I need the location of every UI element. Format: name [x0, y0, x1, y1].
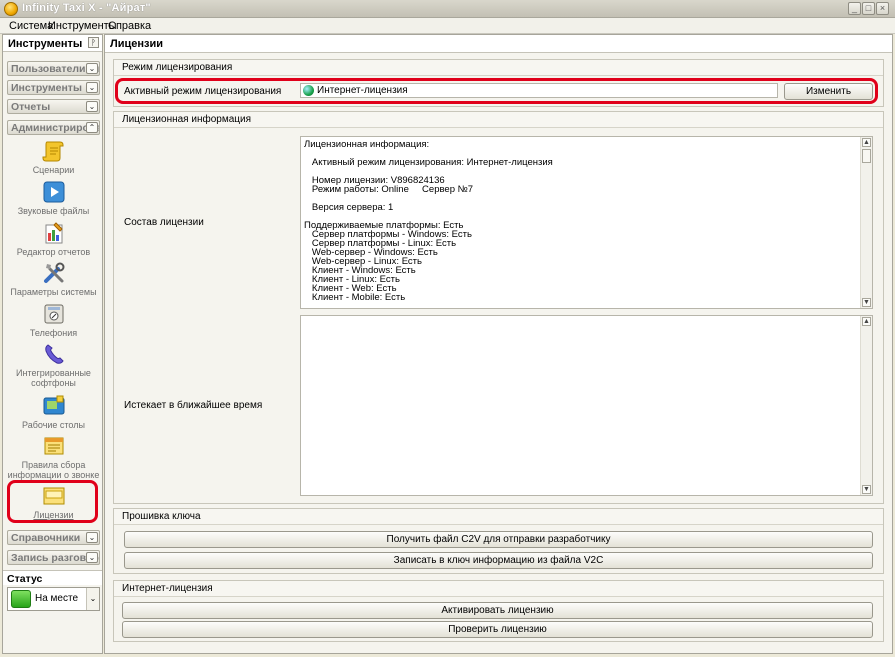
menu-tools[interactable]: Инструменты — [48, 20, 117, 32]
app-icon — [4, 2, 18, 16]
window-title: Infinity Taxi X - "Айрат" — [22, 2, 151, 14]
pin-icon[interactable]: ᚹ — [88, 37, 99, 48]
user-status-value: На месте — [35, 593, 79, 604]
group-users[interactable]: Пользователи и пр ⌄ — [7, 61, 100, 76]
license-composition-text[interactable]: Лицензионная информация: Активный режим … — [300, 136, 873, 309]
tool-telephony-label: Телефония — [29, 328, 78, 338]
group-recordings[interactable]: Запись разговоро ⌄ — [7, 550, 100, 565]
tool-report-editor[interactable]: Редактор отчетов — [7, 221, 100, 257]
tools-panel-title: Инструменты — [8, 38, 83, 50]
license-info-section: Лицензионная информация Состав лицензии … — [113, 111, 884, 504]
phone-handset-icon — [44, 344, 64, 364]
user-status-header: Статус пользователя — [3, 570, 102, 597]
activate-license-button[interactable]: Активировать лицензию — [122, 602, 873, 619]
license-info-title: Лицензионная информация — [122, 114, 252, 125]
get-c2v-button[interactable]: Получить файл C2V для отправки разработч… — [124, 531, 873, 548]
expiring-soon-content — [301, 316, 872, 322]
tool-desktops-label: Рабочие столы — [22, 420, 85, 430]
scroll-down-icon[interactable]: ▼ — [862, 485, 871, 494]
scroll-thumb[interactable] — [862, 149, 871, 163]
group-references-label: Справочники — [11, 532, 81, 544]
expiring-soon-scrollbar[interactable]: ▲ ▼ — [860, 316, 872, 495]
tools-icon — [43, 262, 64, 283]
check-license-button[interactable]: Проверить лицензию — [122, 621, 873, 638]
maximize-button[interactable]: □ — [862, 2, 875, 15]
user-status-select[interactable]: На месте ⌄ — [7, 587, 100, 611]
tool-telephony[interactable]: Телефония — [7, 302, 100, 338]
licenses-highlight — [7, 480, 98, 523]
tool-sound-files-label: Звуковые файлы — [17, 206, 90, 216]
tool-report-editor-label: Редактор отчетов — [16, 247, 91, 257]
tools-panel-header: Инструменты ᚹ — [3, 35, 102, 52]
active-mode-highlight — [115, 78, 878, 104]
close-button[interactable]: × — [876, 2, 889, 15]
tool-scenarios-label: Сценарии — [32, 165, 75, 175]
scroll-icon — [42, 141, 63, 162]
key-firmware-title-bar: Прошивка ключа — [114, 509, 883, 525]
tool-desktops[interactable]: Рабочие столы — [7, 394, 100, 430]
chevron-down-icon[interactable]: ⌄ — [86, 101, 98, 112]
chevron-down-icon[interactable]: ⌄ — [86, 82, 98, 93]
chevron-down-icon[interactable]: ⌄ — [86, 588, 99, 610]
scroll-down-icon[interactable]: ▼ — [862, 298, 871, 307]
internet-license-section: Интернет-лицензия Активировать лицензию … — [113, 580, 884, 642]
licenses-panel-header: Лицензии — [105, 35, 892, 53]
tool-scenarios[interactable]: Сценарии — [7, 139, 100, 175]
group-tools-label: Инструменты — [11, 82, 82, 94]
chevron-down-icon[interactable]: ⌄ — [86, 63, 98, 74]
group-reports[interactable]: Отчеты ⌄ — [7, 99, 100, 114]
key-firmware-title: Прошивка ключа — [122, 511, 201, 522]
tool-softphones[interactable]: Интегрированные софтфоны — [7, 342, 100, 388]
group-references[interactable]: Справочники ⌄ — [7, 530, 100, 545]
group-tools[interactable]: Инструменты ⌄ — [7, 80, 100, 95]
desktop-icon — [43, 395, 64, 415]
write-v2c-button[interactable]: Записать в ключ информацию из файла V2C — [124, 552, 873, 569]
internet-license-title-bar: Интернет-лицензия — [114, 581, 883, 597]
tool-softphones-label: Интегрированные софтфоны — [16, 368, 91, 388]
menu-bar: Система Инструменты Справка — [0, 18, 895, 34]
play-icon — [43, 181, 64, 203]
tool-sound-files[interactable]: Звуковые файлы — [7, 180, 100, 216]
expiring-soon-text[interactable]: ▲ ▼ — [300, 315, 873, 496]
license-composition-content: Лицензионная информация: Активный режим … — [304, 139, 553, 303]
tool-system-parameters-label: Параметры системы — [10, 287, 97, 297]
group-admin[interactable]: Администрирован ⌃ — [7, 120, 100, 135]
licensing-mode-title: Режим лицензирования — [122, 62, 233, 73]
telephony-icon — [44, 304, 63, 324]
licensing-mode-title-bar: Режим лицензирования — [114, 60, 883, 76]
license-composition-scrollbar[interactable]: ▲ ▼ — [860, 137, 872, 308]
scroll-up-icon[interactable]: ▲ — [862, 138, 871, 147]
page-title: Лицензии — [110, 38, 163, 50]
tools-panel: Инструменты ᚹ Пользователи и пр ⌄ Инстру… — [2, 34, 103, 654]
tool-call-info-rules[interactable]: Правила сбора информации о звонке — [7, 434, 100, 480]
menu-help[interactable]: Справка — [108, 20, 151, 32]
title-bar: Infinity Taxi X - "Айрат" _ □ × — [0, 0, 895, 18]
chevron-up-icon[interactable]: ⌃ — [86, 122, 98, 133]
tool-call-info-rules-label: Правила сбора информации о звонке — [7, 460, 100, 480]
menu-system[interactable]: Система — [9, 20, 53, 32]
license-composition-label: Состав лицензии — [124, 217, 204, 228]
scroll-up-icon[interactable]: ▲ — [862, 317, 871, 326]
call-info-icon — [44, 437, 63, 455]
internet-license-title: Интернет-лицензия — [122, 583, 213, 594]
chevron-down-icon[interactable]: ⌄ — [86, 532, 98, 543]
key-firmware-section: Прошивка ключа Получить файл C2V для отп… — [113, 508, 884, 574]
licenses-panel: Лицензии Режим лицензирования Активный р… — [104, 34, 893, 654]
license-info-title-bar: Лицензионная информация — [114, 112, 883, 128]
expiring-soon-label: Истекает в ближайшее время — [124, 400, 263, 411]
chevron-down-icon[interactable]: ⌄ — [86, 552, 98, 563]
tool-system-parameters[interactable]: Параметры системы — [7, 261, 100, 297]
minimize-button[interactable]: _ — [848, 2, 861, 15]
report-editor-icon — [45, 222, 63, 244]
status-indicator-icon — [11, 590, 31, 608]
group-reports-label: Отчеты — [11, 101, 51, 113]
